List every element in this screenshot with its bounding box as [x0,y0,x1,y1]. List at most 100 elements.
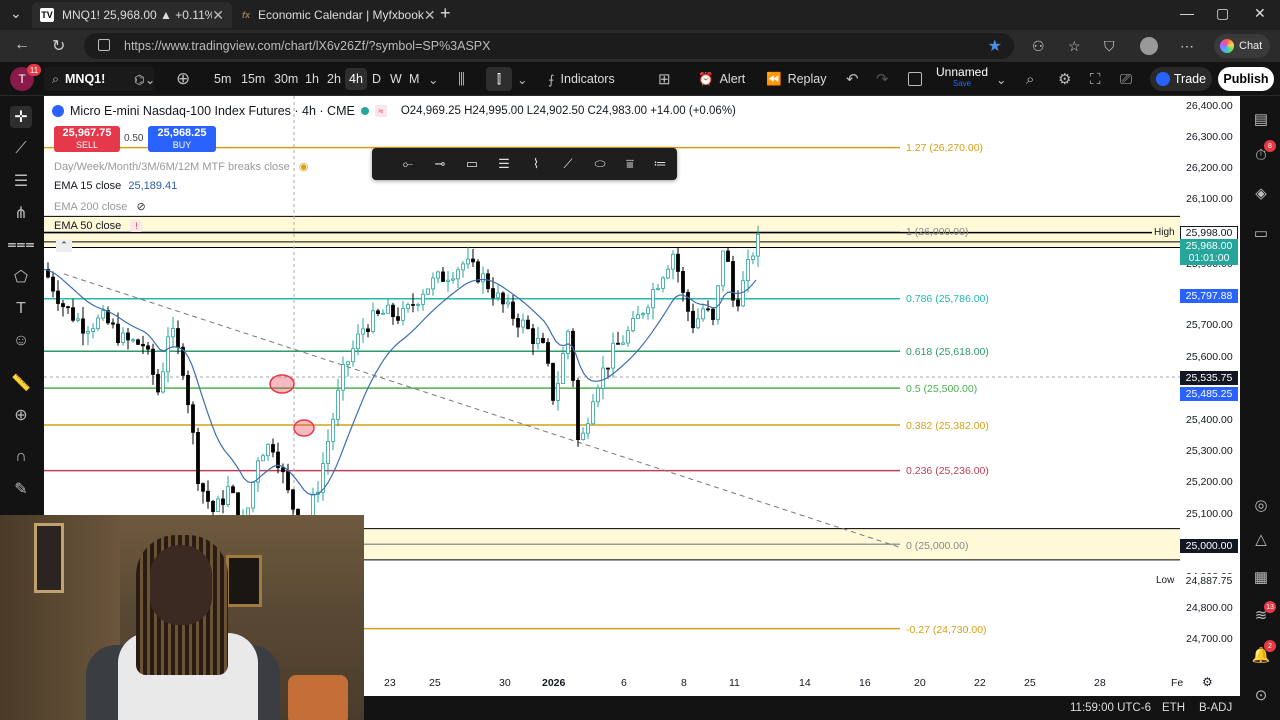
indicators-button[interactable]: ⨍ Indicators [548,62,615,96]
chart-type-dropdown-icon[interactable]: ⌄ [517,62,527,96]
session-toggle[interactable]: ETH [1162,702,1185,714]
close-tab-icon[interactable]: ✕ [212,7,224,24]
time-tick: 30 [499,677,511,689]
path-icon[interactable]: ⌇ [526,154,546,174]
timeframe-4h[interactable]: 4h [345,68,367,90]
settings-lines-icon[interactable]: ≔ [650,154,670,174]
new-tab-icon[interactable]: + [440,3,451,24]
trade-button[interactable]: Trade [1150,67,1212,91]
close-tab-icon[interactable]: ✕ [424,7,436,24]
alert-button[interactable]: ⏰ Alert [698,62,745,96]
hidden-eye-icon[interactable]: ⊘ [136,201,145,213]
trend-line-icon[interactable]: ⟋ [10,138,32,160]
error-icon[interactable]: ! [130,220,143,232]
horizontal-line-icon[interactable]: ⟜ [398,154,418,174]
url-field[interactable]: https://www.tradingview.com/chart/lX6v26… [84,33,1014,59]
symbol-type-icon[interactable]: ⌬⌄ [134,62,155,96]
timeframe-30m[interactable]: 30m [270,68,302,90]
axis-settings-icon[interactable]: ⚙ [1202,675,1213,689]
rectangle-icon[interactable]: ▭ [462,154,482,174]
back-icon[interactable]: ← [14,36,30,54]
diagonal-line-icon[interactable]: ⟋ [558,154,578,174]
sell-button[interactable]: 25,967.75 SELL [54,126,120,152]
indicator-mtf-breaks[interactable]: Day/Week/Month/3M/6M/12M MTF breaks clos… [54,160,308,173]
candle-up [751,255,755,260]
refresh-icon[interactable]: ↻ [52,36,65,56]
timeframe-15m[interactable]: 15m [237,68,269,90]
bar-chart-icon[interactable]: ⫼ [458,62,465,96]
publish-button[interactable]: Publish [1218,67,1274,91]
buy-button[interactable]: 25,968.25 BUY [148,126,216,152]
quick-search-icon[interactable]: ⌕ [1026,62,1034,96]
favorites-icon[interactable]: ☆ [1068,38,1081,55]
hidden-eye-icon[interactable]: ◉ [299,161,309,173]
fullscreen-icon[interactable]: ⛶ [1090,62,1101,96]
profile-avatar[interactable] [1140,37,1158,55]
lock-drawing-icon[interactable]: ✎ [10,478,32,500]
horizontal-lines-icon[interactable]: ☰ [10,170,32,192]
candle-down [61,303,65,308]
redo-icon[interactable]: ↷ [876,62,889,96]
target-icon[interactable]: ◎ [1250,494,1272,516]
timeframe-d[interactable]: D [368,68,385,90]
indicator-ema15[interactable]: EMA 15 close 25,189.41 [54,180,177,192]
time-tick: 14 [799,677,811,689]
timeframe-m[interactable]: M [405,68,423,90]
price-axis[interactable]: 26,400.00 26,300.00 26,200.00 26,100.00 … [1180,96,1240,686]
candles-chart-type-icon[interactable]: ⫿ [486,67,512,91]
adjustment-toggle[interactable]: B-ADJ [1199,702,1232,714]
snapshot-camera-icon[interactable]: ⎚ [1120,62,1132,96]
more-icon[interactable]: ⋯ [1180,38,1194,55]
shapes-icon[interactable]: ⬠ [10,266,32,288]
layouts-grid-icon[interactable]: ⊞ [658,62,671,96]
fib-retracement-icon[interactable]: ⩶ [7,234,34,256]
help-icon[interactable]: ⊙ [1250,684,1272,706]
maximize-icon[interactable]: ▢ [1216,5,1229,22]
collapse-legend-icon[interactable]: ⌃ [56,240,72,252]
timeframe-1h[interactable]: 1h [301,68,323,90]
tab-list-icon[interactable]: ⌄ [10,5,22,22]
timeframe-w[interactable]: W [386,68,406,90]
crosshair-icon[interactable]: ✛ [10,106,32,128]
copilot-chat-button[interactable]: Chat [1214,34,1270,58]
replay-button[interactable]: ⏪ Replay [766,62,827,96]
indicator-ema50[interactable]: EMA 50 close ! [54,220,143,232]
candle-down [146,345,150,350]
indicator-ema200[interactable]: EMA 200 close ⊘ [54,200,146,213]
exchange-time[interactable]: 11:59:00 UTC-6 [1070,702,1151,714]
horizontal-ray-icon[interactable]: ⊸ [430,154,450,174]
extension-icon[interactable]: ⚇ [1032,38,1045,55]
candle-down [51,276,55,292]
zoom-in-icon[interactable]: ⊕ [10,404,32,426]
magnet-icon[interactable]: ∩ [10,446,32,468]
ellipse-icon[interactable]: ⬭ [590,154,610,174]
site-info-icon[interactable] [98,39,110,51]
tab-tradingview[interactable]: TV MNQ1! 25,968.00 ▲ +0.11% Unn ✕ [32,2,232,28]
calendar-icon[interactable]: ▦ [1250,566,1272,588]
close-window-icon[interactable]: ✕ [1254,5,1266,22]
compare-symbol-icon[interactable]: ⊕ [176,62,190,96]
icons-smiley-icon[interactable]: ☺ [10,330,32,352]
timeframe-2h[interactable]: 2h [323,68,345,90]
layout-dropdown-icon[interactable]: ⌄ [996,62,1006,96]
settings-gear-icon[interactable]: ⚙ [1058,62,1071,96]
text-tool-icon[interactable]: T [10,298,32,320]
timeframe-5m[interactable]: 5m [210,68,235,90]
favorite-star-icon[interactable]: ★ [988,36,1002,56]
layout-checkbox-icon[interactable] [908,62,922,96]
ideas-triangle-icon[interactable]: △ [1250,528,1272,550]
ruler-icon[interactable]: 📏 [10,372,32,394]
watchlist-icon[interactable]: ▤ [1250,108,1272,130]
shield-icon[interactable]: ⛉ [1104,38,1115,55]
layout-name[interactable]: Unnamed Save [936,66,988,90]
symbol-title[interactable]: Micro E-mini Nasdaq-100 Index Futures · … [70,104,355,118]
lines-icon[interactable]: ☰ [494,154,514,174]
fib-icon[interactable]: ⩸ [620,154,640,174]
tab-myfxbook[interactable]: fx Economic Calendar | Myfxbook ✕ [234,2,436,28]
undo-icon[interactable]: ↶ [846,62,859,96]
layers-icon[interactable]: ◈ [1250,182,1272,204]
minimize-icon[interactable]: — [1180,5,1194,21]
chat-bubble-icon[interactable]: ▭ [1250,222,1272,244]
timeframe-dropdown-icon[interactable]: ⌄ [428,62,438,96]
pitchfork-icon[interactable]: ⋔ [10,202,32,224]
